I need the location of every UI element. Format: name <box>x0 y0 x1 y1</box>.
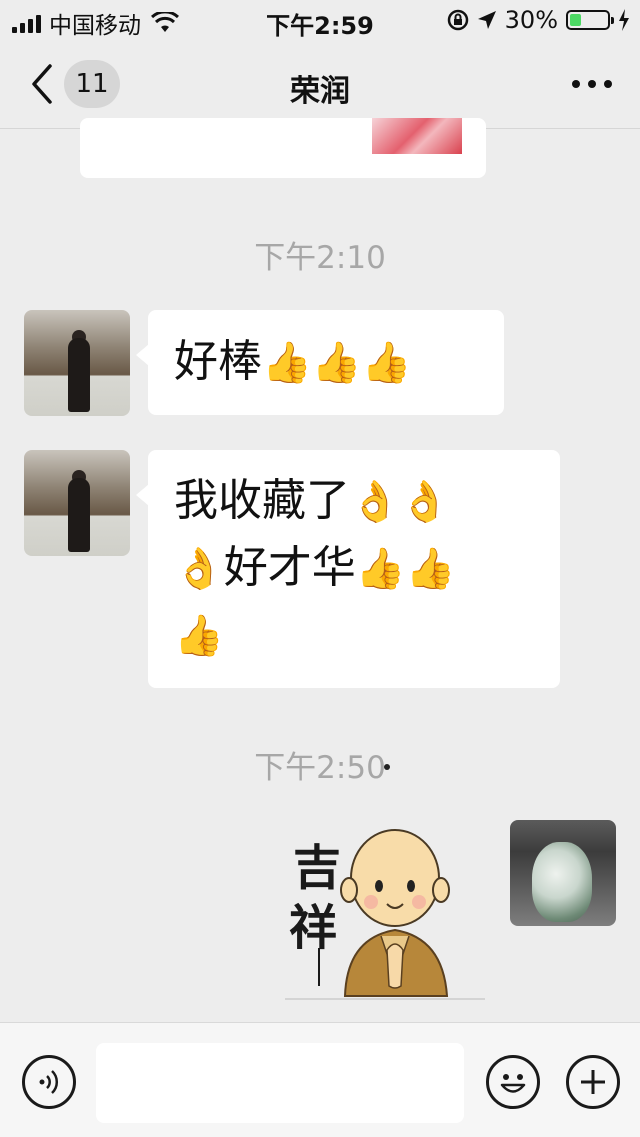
message-bubble[interactable]: 好棒👍👍👍 <box>136 310 504 415</box>
thumbs-up-emoji: 👍👍 <box>355 546 456 592</box>
sticker-divider <box>285 998 485 1000</box>
sticker-char: 祥 <box>289 900 337 956</box>
battery-percent: 30% <box>504 6 558 34</box>
timestamp: 下午2:50 <box>254 750 386 786</box>
message-image[interactable] <box>372 118 462 154</box>
smiley-icon <box>500 1074 526 1093</box>
thumbs-up-emoji: 👍👍👍 <box>262 340 412 386</box>
monk-sticker[interactable]: 吉 祥 <box>285 818 485 1000</box>
sticker-char: 吉 <box>293 840 341 896</box>
message-text: 好才华 <box>223 542 356 593</box>
avatar[interactable] <box>24 310 130 416</box>
avatar[interactable] <box>24 450 130 556</box>
cursor-dot <box>384 764 390 770</box>
input-bar <box>0 1022 640 1137</box>
location-icon <box>477 11 496 29</box>
charging-icon <box>619 9 629 31</box>
plus-button[interactable] <box>566 1055 620 1109</box>
message-text: 好棒 <box>174 336 262 387</box>
plus-icon <box>581 1070 605 1094</box>
chat-title: 荣润 <box>290 74 350 109</box>
message-text: 我收藏了 <box>174 475 350 526</box>
status-bar: 中国移动 下午2:59 30% <box>0 0 640 40</box>
voice-icon <box>39 1070 59 1094</box>
ok-hand-emoji: 👌👌 <box>350 479 450 525</box>
thumbs-up-emoji: 👍 <box>174 613 224 659</box>
timestamp: 下午2:10 <box>254 240 386 276</box>
emoji-button[interactable] <box>486 1055 540 1109</box>
nav-bar: 11 荣润 <box>0 40 640 129</box>
voice-button[interactable] <box>22 1055 76 1109</box>
my-avatar[interactable] <box>510 820 616 926</box>
message-input[interactable] <box>96 1043 464 1123</box>
orientation-lock-icon <box>447 9 468 31</box>
message-bubble[interactable]: 我收藏了👌👌 👌好才华👍👍 👍 <box>136 450 560 688</box>
previous-message-bubble[interactable] <box>80 118 486 178</box>
ok-hand-emoji: 👌 <box>174 546 224 592</box>
battery-icon <box>566 10 614 30</box>
ellipsis-icon[interactable] <box>570 70 614 98</box>
